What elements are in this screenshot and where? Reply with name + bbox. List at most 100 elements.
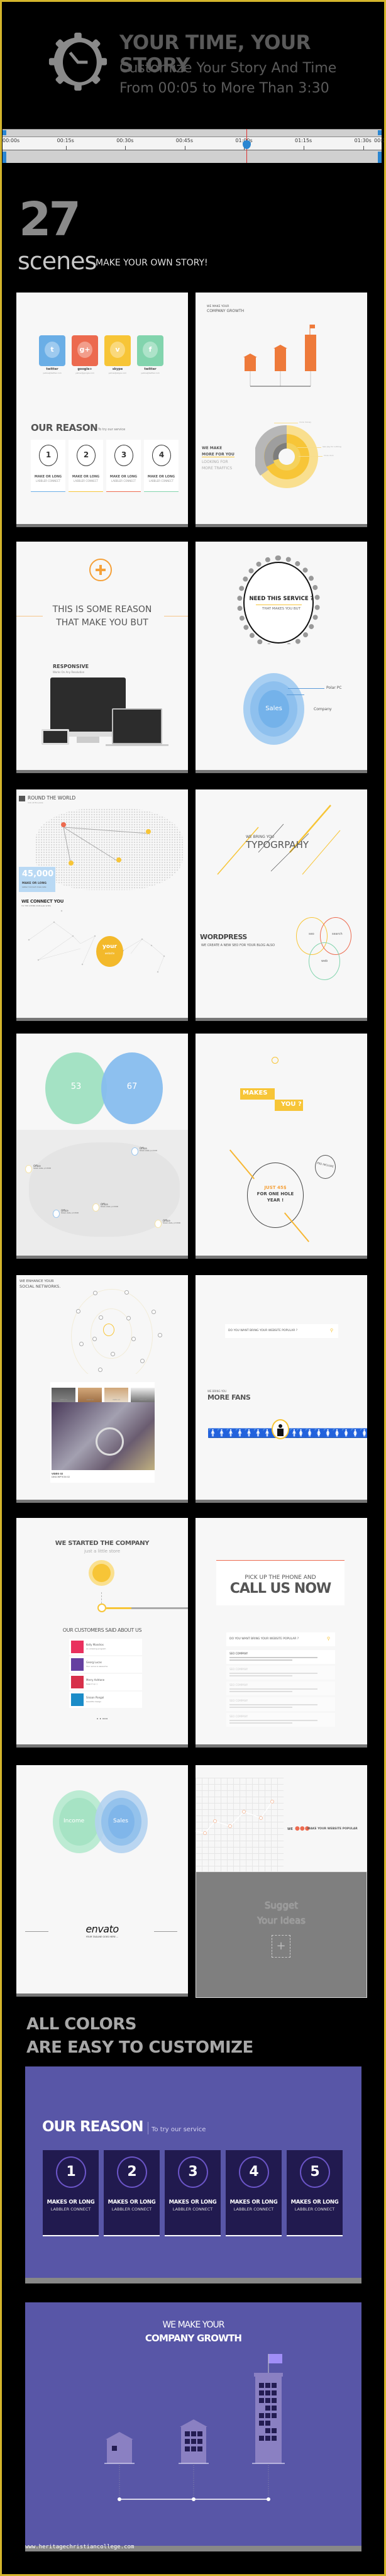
timeline-label: 01:15s bbox=[295, 138, 312, 143]
timeline-ruler[interactable]: 00:00s00:15s00:30s00:45s01:00s01:15s01:3… bbox=[3, 129, 385, 165]
search-result[interactable]: SEO COMPANY bbox=[226, 1666, 335, 1680]
purple-reason-card[interactable]: 4 MAKES OR LONG LABBLER CONNECT bbox=[226, 2150, 282, 2236]
office-pin-icon[interactable] bbox=[25, 1165, 32, 1173]
reason-line1: MAKE OR LONG bbox=[147, 475, 175, 479]
result-title: SEO COMPANY bbox=[229, 1668, 248, 1671]
footer-url[interactable]: www.heritagechristiancollege.com bbox=[25, 2544, 134, 2550]
video-thumb-label: VIDEO 03 bbox=[113, 1399, 120, 1401]
wordpress-sub: WE CREATE A NEW SEO FOR YOUR BLOG ALSO bbox=[201, 944, 275, 947]
customer-card[interactable]: Georg Lucas Your serve is awesome bbox=[69, 1656, 142, 1673]
video-thumbnail[interactable] bbox=[52, 1388, 75, 1403]
purple-reason-card[interactable]: 3 MAKES OR LONG LABBLER CONNECT bbox=[165, 2150, 221, 2236]
results-search-box[interactable]: DO YOU WANT BRING YOUR WEBSITE POPULAR ?… bbox=[226, 1632, 335, 1646]
social-sub: yellow@twitter.com bbox=[43, 372, 62, 374]
some-reason-line2: THAT MAKE YOU BUT bbox=[56, 618, 148, 628]
fans-women-icons: 🚺🚺🚺🚺🚺🚺🚺🚺🚺🚺 bbox=[295, 1429, 367, 1439]
customer-quote: Keep it up :) bbox=[86, 1683, 98, 1685]
search-result[interactable]: SEO COMPANY bbox=[226, 1713, 335, 1727]
scene-we-connect[interactable]: WE CONNECT YOU TO THE OTHER POPULAR SITE… bbox=[16, 892, 188, 1021]
office-pin-icon[interactable] bbox=[131, 1147, 138, 1156]
price-line1: JUST 45$ bbox=[264, 1185, 287, 1190]
scene-customers[interactable]: OUR CUSTOMERS SAID ABOUT US Kelly Mandro… bbox=[16, 1619, 188, 1748]
timeline-start-handle[interactable] bbox=[3, 130, 6, 135]
sales-label: Sales bbox=[113, 1818, 128, 1824]
social-icon-card[interactable]: g+ bbox=[72, 335, 98, 366]
video-caption-title: VIDEO 02 bbox=[52, 1473, 63, 1475]
timeline-end-handle[interactable] bbox=[378, 130, 382, 135]
purple-reason-slide[interactable]: OUR REASON To try our service 1 MAKES OR … bbox=[25, 2066, 361, 2283]
reason-card[interactable]: 4 MAKE OR LONG LABBLER CONNECT bbox=[144, 440, 179, 492]
office-pin-icon[interactable] bbox=[53, 1210, 60, 1218]
results-search-icon[interactable]: ⚲ bbox=[327, 1636, 330, 1641]
sales-label-company: Company bbox=[314, 707, 332, 711]
started-title: WE STARTED THE COMPANY bbox=[55, 1540, 150, 1547]
video-player[interactable] bbox=[52, 1402, 155, 1470]
timeline-end-handle-bottom[interactable] bbox=[378, 152, 382, 163]
scene-responsive[interactable]: RESPONSIVE Works On Any Resolution bbox=[16, 644, 188, 773]
purple-reason-line1: MAKES OR LONG bbox=[47, 2199, 95, 2205]
scene-price[interactable]: JUST 45$ FOR ONE HOLE YEAR ! PSD INCLUDE bbox=[196, 1130, 367, 1259]
office-pin-icon[interactable] bbox=[155, 1220, 162, 1228]
plus-icon bbox=[89, 559, 112, 581]
purple-buildings bbox=[104, 2354, 285, 2501]
customer-card[interactable]: Kelly Mandros An amazing program bbox=[69, 1639, 142, 1655]
search-icon[interactable]: ⚲ bbox=[330, 1328, 333, 1333]
reason-card[interactable]: 3 MAKE OR LONG LABBLER CONNECT bbox=[106, 440, 141, 492]
sales-center-label: Sales bbox=[265, 705, 282, 712]
mfy-line2: MORE FOR YOU bbox=[202, 452, 234, 457]
purple-reason-card[interactable]: 5 MAKES OR LONG LABBLER CONNECT bbox=[287, 2150, 343, 2236]
search-box[interactable]: DO YOU WANT BRING YOUR WEBSITE POPULAR ?… bbox=[225, 1324, 338, 1338]
office-pin-icon[interactable] bbox=[92, 1203, 99, 1212]
fans-pre: WE BRING YOU bbox=[207, 1390, 227, 1393]
scene-video-gallery[interactable]: VIDEO 01 VIDEO 02 VIDEO 03 VIDEO 04 VIDEO 0… bbox=[16, 1374, 188, 1503]
envato-tagline: YOUR TAGLINE GOES HERE ... bbox=[85, 1936, 119, 1938]
purple-reason-card[interactable]: 2 MAKES OR LONG LABBLER CONNECT bbox=[104, 2150, 160, 2236]
video-thumbnail[interactable] bbox=[104, 1388, 128, 1403]
purple-reason-card[interactable]: 1 MAKES OR LONG LABBLER CONNECT bbox=[43, 2150, 99, 2236]
result-text bbox=[229, 1657, 317, 1658]
result-text bbox=[229, 1659, 292, 1661]
search-result[interactable]: SEO COMPANY bbox=[226, 1650, 335, 1664]
laptop-icon bbox=[112, 708, 162, 744]
reason-card[interactable]: 1 MAKE OR LONG LABBLER CONNECT bbox=[31, 440, 65, 492]
scene-more-fans[interactable]: WE BRING YOU MORE FANS 🚹🚹🚹🚹🚹🚹🚹🚹🚹🚹 🚺🚺🚺🚺🚺🚺… bbox=[196, 1374, 367, 1503]
scene-sales-rings[interactable]: Sales Polar PC Company bbox=[196, 644, 367, 773]
envato-logo: envato bbox=[85, 1923, 119, 1935]
purple-reason-title: OUR REASON bbox=[42, 2119, 144, 2135]
search-result[interactable]: SEO COMPANY bbox=[226, 1697, 335, 1711]
timeline-top-track bbox=[3, 129, 382, 137]
add-idea-button[interactable]: + bbox=[272, 1935, 290, 1958]
responsive-title: RESPONSIVE bbox=[53, 664, 89, 669]
purple-reason-line2: LABBLER CONNECT bbox=[294, 2207, 335, 2212]
customer-card[interactable]: Sinaan Pangal beautiful design bbox=[69, 1692, 142, 1708]
social-icon-card[interactable]: t bbox=[39, 335, 65, 366]
scene-wordpress[interactable]: WORDPRESS WE CREATE A NEW SEO FOR YOUR B… bbox=[196, 892, 367, 1021]
central-fan-icon bbox=[272, 1419, 289, 1439]
call-title: CALL US NOW bbox=[229, 1581, 332, 1597]
customer-card[interactable]: Merry Ashtane Keep it up :) bbox=[69, 1674, 142, 1690]
price-line3: YEAR ! bbox=[267, 1198, 284, 1203]
purple-growth-slide[interactable]: WE MAKE YOUR COMPANY GROWTH bbox=[25, 2302, 361, 2551]
timeline-start-handle-bottom[interactable] bbox=[3, 152, 6, 163]
search-result[interactable]: SEO COMPANY bbox=[226, 1681, 335, 1695]
line-chart bbox=[196, 1800, 274, 1835]
reason-number: 3 bbox=[114, 445, 133, 466]
social-icon-card[interactable]: f bbox=[137, 335, 163, 366]
social-label: skype bbox=[112, 367, 123, 371]
customers-title: OUR CUSTOMERS SAID ABOUT US bbox=[62, 1627, 142, 1633]
scene-search-results[interactable]: DO YOU WANT BRING YOUR WEBSITE POPULAR ?… bbox=[196, 1619, 367, 1748]
scene-more-for-you[interactable]: WE MAKE MORE FOR YOU LOOKING FOR MORE TR… bbox=[196, 398, 367, 527]
office-address: Street, state, pl 13000 bbox=[140, 1150, 158, 1152]
scene-envato-logo[interactable]: envato YOUR TAGLINE GOES HERE ... bbox=[16, 1868, 188, 1997]
scene-suggest-ideas[interactable]: Sugget Your Ideas + bbox=[196, 1871, 367, 1998]
scene-offices-map[interactable]: Office Street, state, pl 13000 Office Stree… bbox=[16, 1130, 188, 1259]
video-thumbnail[interactable] bbox=[131, 1388, 155, 1403]
results-query: DO YOU WANT BRING YOUR WEBSITE POPULAR ? bbox=[229, 1637, 299, 1641]
social-icon-card[interactable]: v bbox=[104, 335, 131, 366]
video-thumbnail[interactable] bbox=[78, 1388, 102, 1403]
carousel-dots[interactable]: • • ••• bbox=[16, 1717, 188, 1721]
scene-our-reason[interactable]: OUR REASON To try our service 1 MAKE OR L… bbox=[16, 398, 188, 527]
reason-card[interactable]: 2 MAKE OR LONG LABBLER CONNECT bbox=[69, 440, 103, 492]
bubble-line1: your bbox=[102, 944, 117, 950]
customer-name: Georg Lucas bbox=[86, 1661, 102, 1664]
